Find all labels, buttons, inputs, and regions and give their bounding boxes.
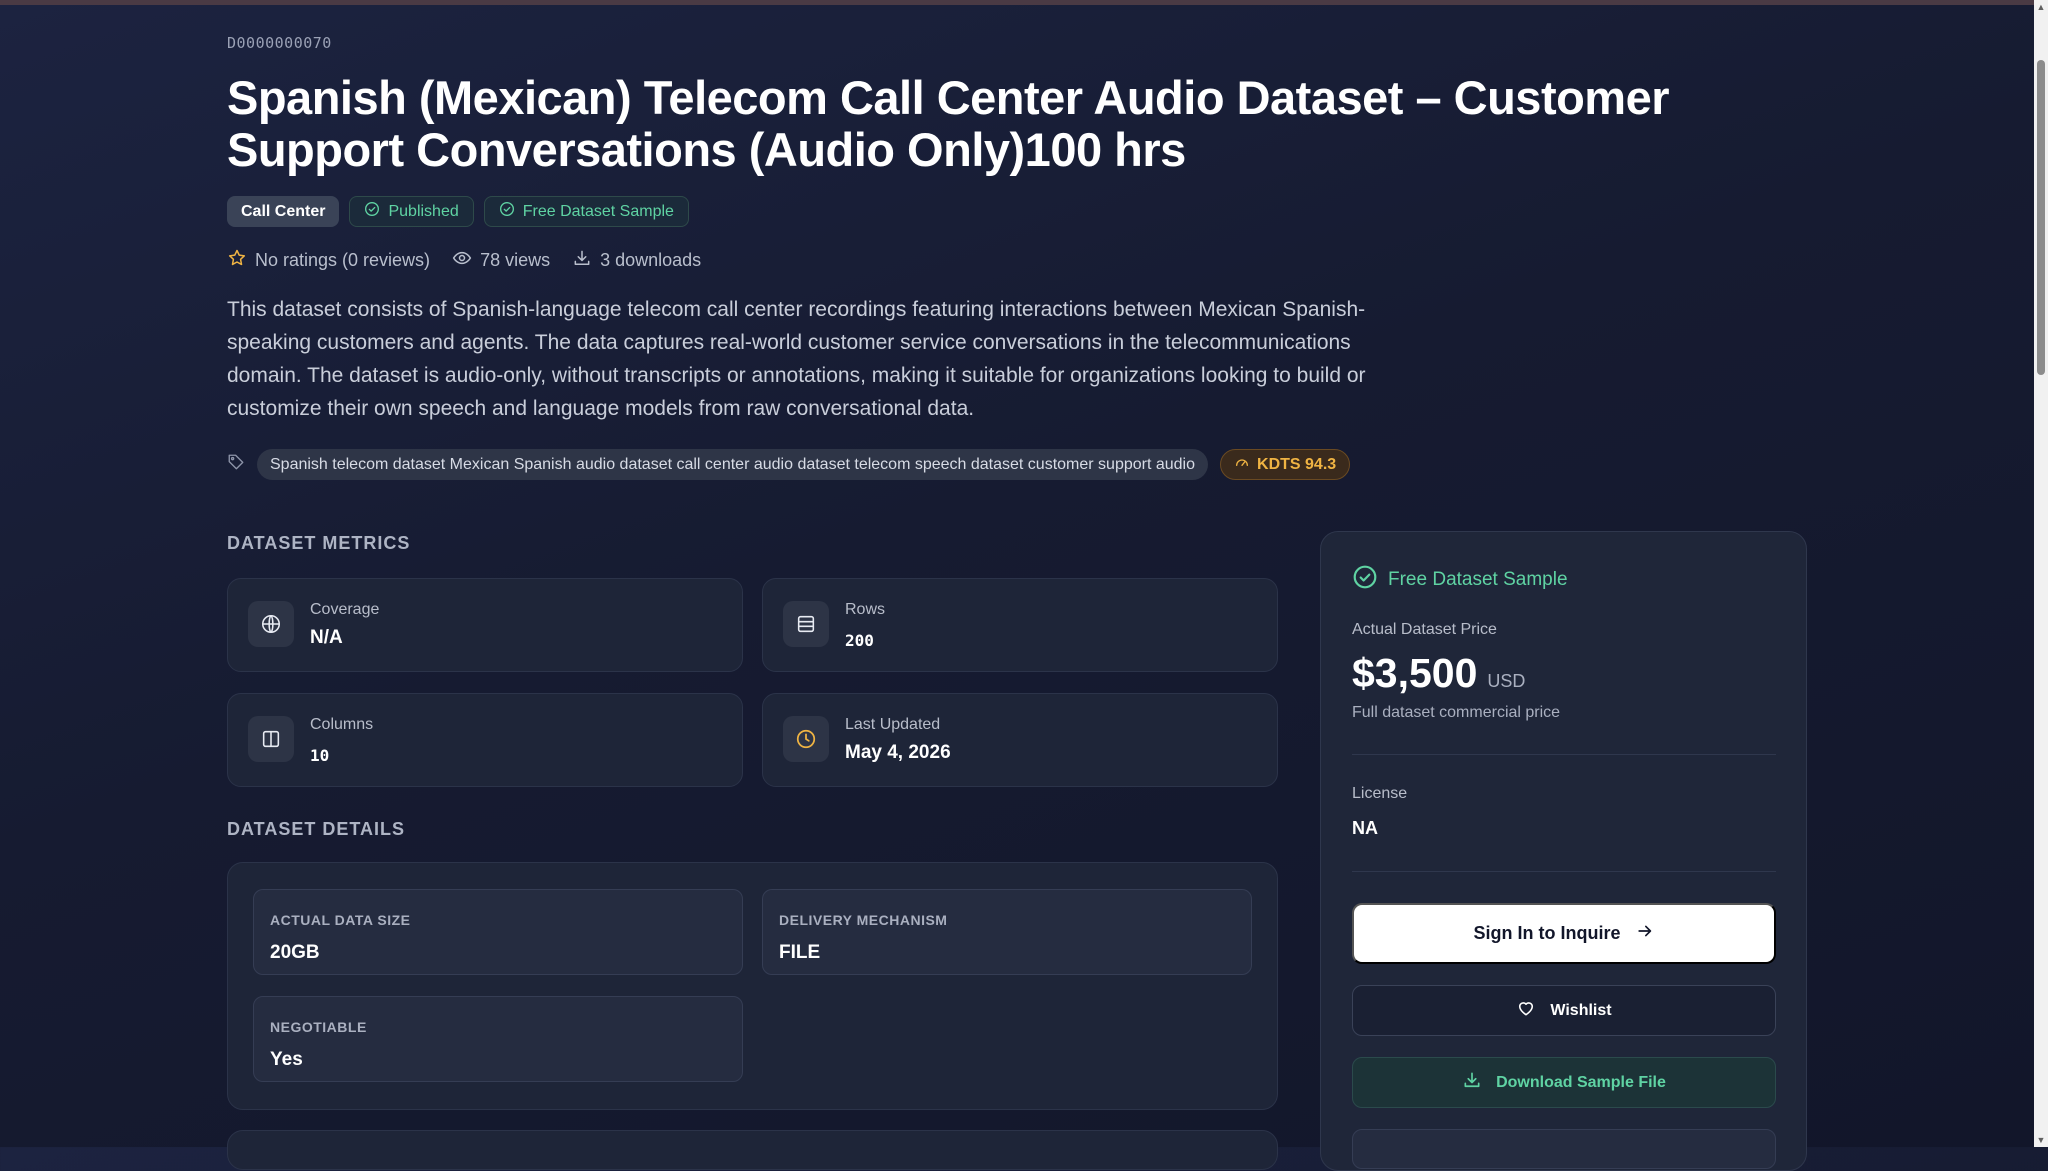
scrollbar-thumb[interactable]	[2037, 60, 2045, 375]
metric-card-columns: Columns 10	[227, 693, 743, 787]
wishlist-button-label: Wishlist	[1550, 1001, 1612, 1019]
check-circle-icon	[499, 201, 515, 222]
metric-label: Columns	[310, 716, 374, 733]
downloads-text: 3 downloads	[600, 250, 702, 270]
details-heading: DATASET DETAILS	[227, 819, 405, 839]
page-title: Spanish (Mexican) Telecom Call Center Au…	[227, 71, 1670, 176]
download-icon	[1462, 1070, 1482, 1095]
clock-icon	[783, 716, 829, 762]
next-sidebar-button[interactable]	[1352, 1129, 1776, 1169]
free-sample-text: Free Dataset Sample	[1388, 569, 1568, 590]
divider	[1352, 754, 1776, 755]
dataset-description: This dataset consists of Spanish-languag…	[227, 298, 1366, 420]
detail-card-delivery: DELIVERY MECHANISM FILE	[762, 889, 1252, 975]
detail-label: ACTUAL DATA SIZE	[270, 912, 411, 928]
scroll-up-icon[interactable]: ▲	[2036, 2, 2046, 12]
download-button-label: Download Sample File	[1496, 1073, 1666, 1091]
download-icon	[572, 248, 592, 273]
rows-icon	[783, 601, 829, 647]
arrow-right-icon	[1635, 921, 1655, 946]
metric-card-coverage: Coverage N/A	[227, 578, 743, 672]
free-sample-label: Free Dataset Sample	[1352, 564, 1568, 596]
views-text: 78 views	[480, 250, 551, 270]
detail-value: 20GB	[270, 942, 320, 963]
category-badge[interactable]: Call Center	[227, 196, 340, 227]
tag-pill[interactable]: Spanish telecom dataset Mexican Spanish …	[257, 449, 1209, 480]
download-sample-button[interactable]: Download Sample File	[1352, 1057, 1776, 1108]
badge-row: Call Center Published Free Dataset Sampl…	[227, 196, 689, 227]
scroll-down-icon[interactable]: ▼	[2036, 1135, 2046, 1145]
next-section-panel	[227, 1130, 1278, 1170]
metric-label: Rows	[845, 601, 886, 618]
pricing-sidebar: Free Dataset Sample Actual Dataset Price…	[1320, 531, 1807, 1171]
inquire-button-label: Sign In to Inquire	[1473, 923, 1621, 943]
metric-value: May 4, 2026	[845, 742, 951, 763]
scrollbar[interactable]: ▲ ▼	[2034, 0, 2048, 1147]
category-badge-label: Call Center	[241, 202, 326, 220]
sample-badge-label: Free Dataset Sample	[522, 202, 674, 220]
ratings-stat[interactable]: No ratings (0 reviews)	[227, 248, 430, 273]
score-badge: KDTS 94.3	[1220, 449, 1351, 480]
downloads-stat: 3 downloads	[572, 248, 701, 273]
price-currency: USD	[1487, 671, 1526, 691]
globe-icon	[248, 601, 294, 647]
metric-value: 200	[845, 631, 874, 650]
detail-label: DELIVERY MECHANISM	[779, 912, 948, 928]
wishlist-button[interactable]: Wishlist	[1352, 985, 1776, 1036]
price-display: $3,500 USD	[1352, 650, 1525, 697]
sign-in-to-inquire-button[interactable]: Sign In to Inquire	[1352, 903, 1776, 964]
star-icon	[227, 248, 247, 273]
heart-icon	[1516, 998, 1536, 1023]
price-note: Full dataset commercial price	[1352, 704, 1561, 721]
detail-label: NEGOTIABLE	[270, 1019, 367, 1035]
ratings-text: No ratings (0 reviews)	[255, 250, 431, 270]
metric-value: 10	[310, 746, 330, 765]
metric-card-rows: Rows 200	[762, 578, 1278, 672]
views-stat: 78 views	[452, 248, 550, 273]
stats-row: No ratings (0 reviews) 78 views 3 downlo…	[227, 248, 701, 273]
detail-value: FILE	[779, 942, 821, 963]
price-label: Actual Dataset Price	[1352, 621, 1497, 638]
metrics-heading: DATASET METRICS	[227, 533, 411, 553]
divider	[1352, 871, 1776, 872]
columns-icon	[248, 716, 294, 762]
eye-icon	[452, 248, 472, 273]
sample-badge: Free Dataset Sample	[483, 196, 689, 227]
check-circle-icon	[364, 201, 380, 222]
details-panel: ACTUAL DATA SIZE 20GB DELIVERY MECHANISM…	[227, 862, 1278, 1110]
status-badge: Published	[349, 196, 474, 227]
license-value: NA	[1352, 818, 1378, 838]
tags-row: Spanish telecom dataset Mexican Spanish …	[227, 449, 1351, 480]
tag-icon	[227, 453, 245, 476]
status-badge-label: Published	[388, 202, 459, 220]
gauge-icon	[1234, 454, 1250, 475]
metric-label: Coverage	[310, 601, 380, 618]
metric-card-updated: Last Updated May 4, 2026	[762, 693, 1278, 787]
detail-value: Yes	[270, 1049, 303, 1070]
top-accent-line	[0, 0, 2048, 5]
detail-card-negotiable: NEGOTIABLE Yes	[253, 996, 743, 1082]
price-amount: $3,500	[1352, 650, 1478, 696]
metric-value: N/A	[310, 627, 343, 648]
detail-card-size: ACTUAL DATA SIZE 20GB	[253, 889, 743, 975]
metric-label: Last Updated	[845, 716, 941, 733]
license-label: License	[1352, 785, 1408, 802]
dataset-id: D0000000070	[227, 34, 332, 52]
score-badge-label: KDTS 94.3	[1257, 455, 1337, 473]
check-circle-icon	[1352, 564, 1378, 596]
